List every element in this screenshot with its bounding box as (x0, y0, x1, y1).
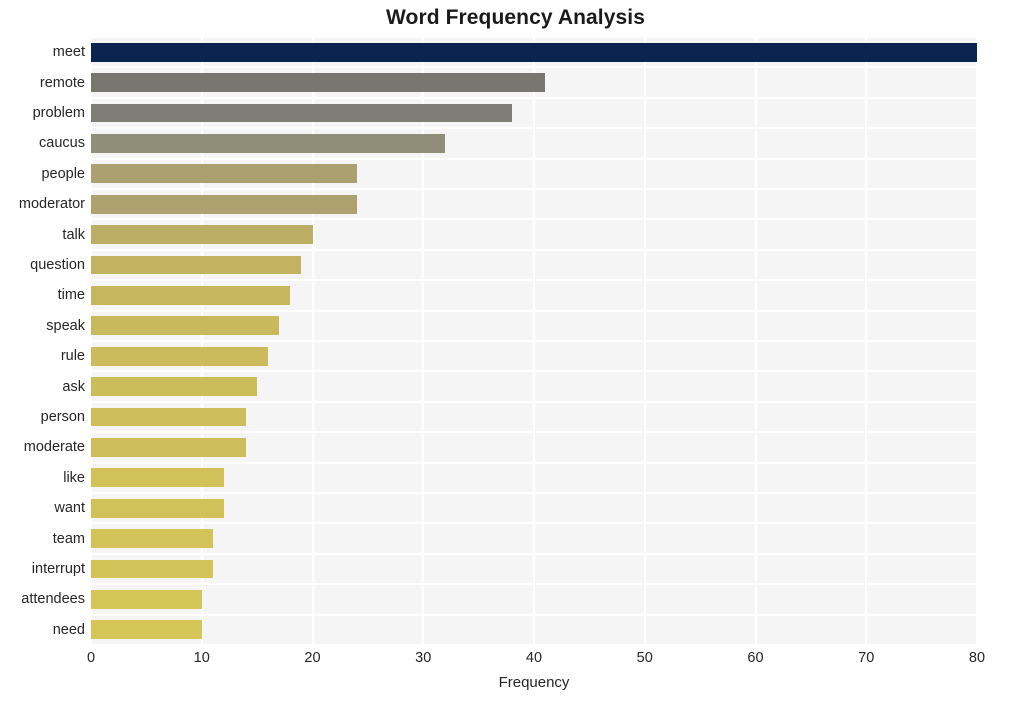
x-axis-tick-labels: 0 10 20 30 40 50 60 70 80 (0, 650, 1031, 672)
y-tick-label-person: person (40, 409, 85, 425)
bar-meet (91, 42, 977, 62)
y-tick-label-moderator: moderator (18, 196, 85, 213)
bar-rule (91, 346, 269, 366)
bar-speak (91, 316, 280, 336)
y-tick-label-time: time (57, 287, 85, 304)
y-tick-label-team: team (52, 530, 85, 547)
plot-area (90, 36, 978, 646)
y-tick-label-rule: rule (60, 348, 85, 365)
y-tick-label-remote: remote (39, 74, 85, 91)
x-tick-label-10: 10 (193, 650, 210, 666)
bar-question (91, 255, 302, 275)
bar-caucus (91, 133, 446, 153)
bar-talk (91, 225, 313, 245)
x-axis-title: Frequency (498, 674, 570, 691)
y-tick-label-problem: problem (32, 105, 85, 121)
x-tick-label-30: 30 (415, 650, 432, 666)
y-tick-label-like: like (63, 469, 85, 486)
y-tick-label-interrupt: interrupt (31, 561, 85, 577)
bar-remote (91, 73, 546, 93)
word-frequency-chart-figure: Word Frequency Analysis meet remote proble… (0, 0, 1031, 701)
y-tick-label-talk: talk (62, 226, 85, 243)
bar-ask (91, 377, 258, 397)
y-tick-label-want: want (54, 500, 85, 517)
x-tick-label-0: 0 (86, 650, 96, 666)
bar-like (91, 468, 224, 488)
x-tick-label-60: 60 (747, 650, 764, 666)
bars-layer (91, 37, 977, 645)
y-tick-label-caucus: caucus (39, 135, 85, 152)
x-tick-label-80: 80 (968, 650, 986, 666)
y-tick-label-ask: ask (62, 378, 85, 395)
bar-attendees (91, 589, 202, 609)
bar-people (91, 164, 357, 184)
bar-moderate (91, 437, 247, 457)
bar-problem (91, 103, 512, 123)
bar-need (91, 620, 202, 640)
y-tick-label-people: people (41, 165, 85, 182)
bar-team (91, 529, 213, 549)
x-tick-label-40: 40 (525, 650, 543, 666)
y-axis-tick-labels: meet remote problem caucus people moderator ta… (0, 37, 85, 645)
y-tick-label-moderate: moderate (23, 439, 85, 456)
x-tick-label-70: 70 (858, 650, 875, 666)
bar-want (91, 498, 224, 518)
bar-person (91, 407, 247, 427)
x-tick-label-20: 20 (304, 650, 321, 666)
y-tick-label-speak: speak (46, 317, 85, 334)
y-tick-label-attendees: attendees (21, 591, 85, 608)
y-tick-label-need: need (52, 621, 85, 638)
y-tick-label-meet: meet (52, 44, 85, 61)
bar-moderator (91, 194, 357, 214)
chart-title: Word Frequency Analysis (385, 6, 646, 29)
y-tick-label-question: question (30, 257, 85, 273)
bar-time (91, 285, 291, 305)
bar-interrupt (91, 559, 213, 579)
x-tick-label-50: 50 (636, 650, 653, 666)
